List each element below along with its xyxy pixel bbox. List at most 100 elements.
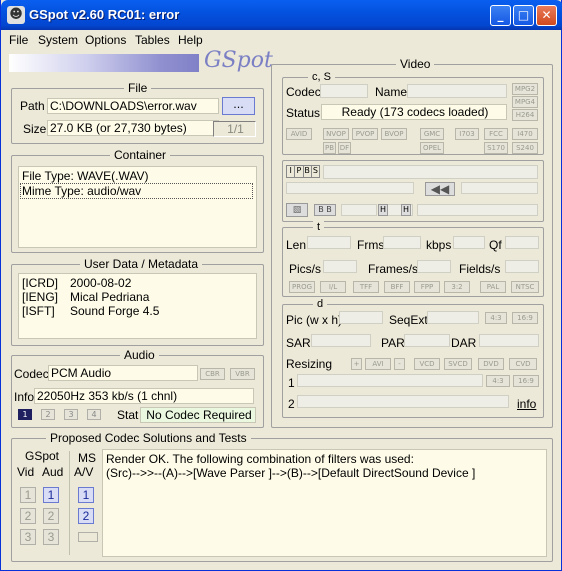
metadata-group-title: User Data / Metadata [80,257,203,271]
gspot-vid-3[interactable]: 3 [20,529,36,545]
gspot-aud-3[interactable]: 3 [43,529,59,545]
browse-button[interactable]: ... [222,97,255,115]
frame-field-2 [286,182,414,194]
audio-stream-tab-3[interactable]: 3 [64,409,78,420]
metadata-row: [ISFT] Sound Forge 4.5 [22,304,160,318]
gradient-banner [9,54,199,72]
fields-field [505,260,539,273]
video-codec-label: Codec [286,85,321,99]
bb-indicator: B B [314,204,336,216]
pvop-indicator: PVOP [352,128,378,140]
gspot-aud-1[interactable]: 1 [43,487,59,503]
main-window: ☻ GSpot v2.60 RC01: error _ □ ✕ File Sys… [0,0,562,571]
info-link[interactable]: info [517,397,536,411]
ms-av-1[interactable]: 1 [78,487,94,503]
cs-subgroup-title: c, S [308,71,335,83]
resize-cvd-button[interactable]: CVD [509,358,537,370]
minimize-button[interactable]: _ [490,5,511,26]
menu-options[interactable]: Options [85,33,126,47]
resize-dvd-button[interactable]: DVD [478,358,504,370]
ms-av-2[interactable]: 2 [78,508,94,524]
container-info-box: File Type: WAVE(.WAV) Mime Type: audio/w… [18,166,257,248]
title-bar[interactable]: ☻ GSpot v2.60 RC01: error _ □ ✕ [1,0,562,30]
ms-av-3[interactable] [78,532,98,542]
interlace-indicator: I/L [320,281,346,293]
resizing-label: Resizing [286,357,333,371]
frms-field [383,236,421,249]
kbps-field [453,236,485,249]
qf-field [505,236,539,249]
resize-vcd-button[interactable]: VCD [414,358,440,370]
frame-field-1 [323,165,538,179]
frame-type-b: B [304,166,312,177]
window-title: GSpot v2.60 RC01: error [29,7,180,22]
mime-type-line: Mime Type: audio/wav [20,183,253,199]
part-counter: 1/1 [213,121,256,137]
pic-label: Pic (w x h) [286,313,343,327]
metadata-row: [IENG] Mical Pedriana [22,290,150,304]
menu-bar: File System Options Tables Help [1,30,561,50]
audio-stream-tab-4[interactable]: 4 [87,409,101,420]
resize-row2-field [297,395,509,408]
gspot-vid-2[interactable]: 2 [20,508,36,524]
stat-label: Stat [117,408,139,422]
path-label: Path [20,99,45,113]
frame-field-4 [341,204,377,216]
container-group-title: Container [110,148,171,162]
resize-svcd-button[interactable]: SVCD [444,358,472,370]
menu-system[interactable]: System [38,33,78,47]
video-name-label: Name [375,85,408,99]
h-indicator-2: H [401,204,411,216]
audio-stream-tab-2[interactable]: 2 [41,409,55,420]
size-field: 27.0 KB (or 27,730 bytes) [47,120,219,136]
ms-label: MS [78,451,96,465]
aud-label: Aud [42,465,64,479]
resize-plus-button[interactable]: + [351,358,362,370]
metadata-group: User Data / Metadata [ICRD] 2000-08-02 [I… [11,257,264,346]
maximize-button[interactable]: □ [513,5,534,26]
dimension-subgroup: d Pic (w x h) SeqExt 4:3 16:9 SAR PAR DA… [282,298,544,418]
gspot-icon: ☻ [7,6,25,24]
menu-tables[interactable]: Tables [135,33,170,47]
len-label: Len [286,238,307,252]
h-indicator-1: H [378,204,388,216]
column-divider [69,451,70,555]
resize-minus-button[interactable]: - [394,358,405,370]
seqext-field [427,311,479,324]
resize-row2-label: 2 [288,397,295,411]
seek-arrows-icon[interactable]: ◀◀ [425,182,455,196]
audio-stream-tab-1[interactable]: 1 [18,409,32,420]
resize-avi-button[interactable]: AVI [365,358,391,370]
tff-indicator: TFF [353,281,379,293]
gspot-logo: GSpot [204,48,273,73]
menu-file[interactable]: File [9,33,28,47]
len-field [307,236,351,249]
bvop-indicator: BVOP [381,128,407,140]
video-codec-field [320,84,368,98]
gspot-vid-1[interactable]: 1 [20,487,36,503]
pics-label: Pics/s [289,262,322,276]
video-group-title: Video [396,57,435,71]
video-name-field [407,84,507,98]
frame-type-p: P [295,166,304,177]
audio-codec-field: PCM Audio [48,365,198,381]
frame-type-strip: I P B S [286,165,320,178]
menu-help[interactable]: Help [178,33,203,47]
frames-label: Frames/s [368,262,419,276]
gspot-aud-2[interactable]: 2 [43,508,59,524]
d-subgroup-title: d [313,298,328,310]
resize-row1-4-3: 4:3 [486,375,510,387]
video-status-label: Status [286,106,321,120]
qf-label: Qf [489,238,502,252]
image-icon[interactable]: ▧ [286,203,308,217]
t-subgroup-title: t [313,221,325,233]
path-field[interactable]: C:\DOWNLOADS\error.wav [47,98,219,114]
kbps-label: kbps [426,238,452,252]
close-button[interactable]: ✕ [536,5,557,26]
proposed-group-title: Proposed Codec Solutions and Tests [46,431,251,445]
container-group: Container File Type: WAVE(.WAV) Mime Typ… [11,148,264,253]
frms-label: Frms [357,238,385,252]
frame-type-i: I [287,166,296,177]
bff-indicator: BFF [384,281,410,293]
audio-group-title: Audio [120,348,159,362]
